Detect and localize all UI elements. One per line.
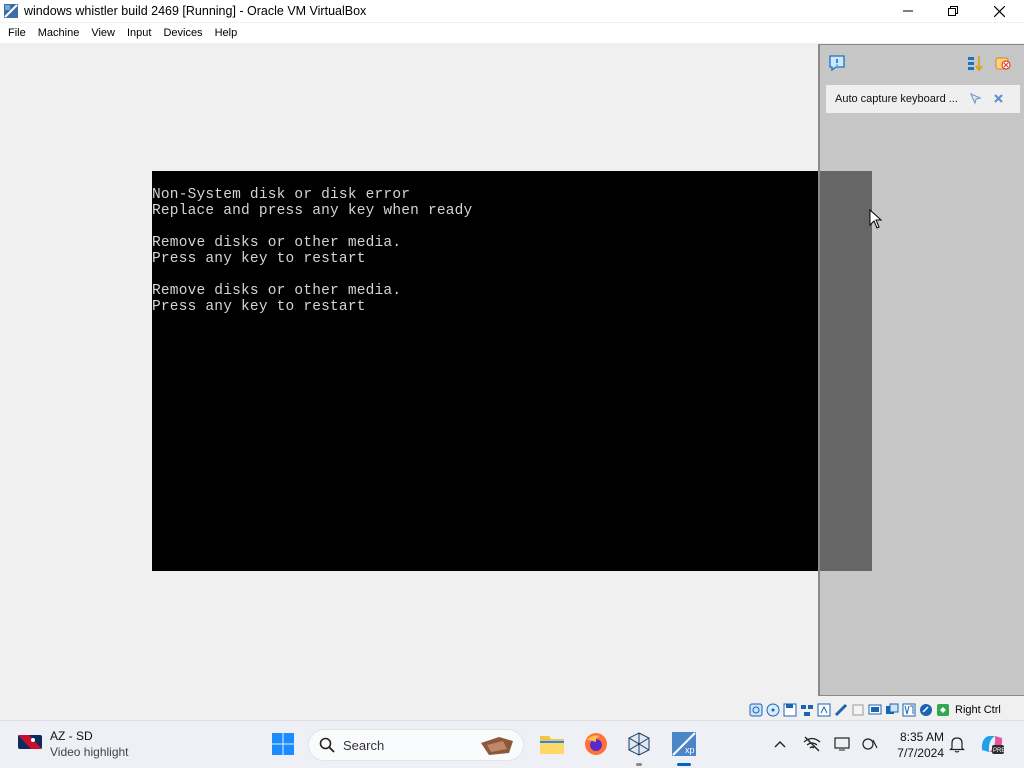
display-icon[interactable] [850,702,866,718]
search-icon [319,737,335,753]
clock-date: 7/7/2024 [897,746,944,760]
active-app-indicator [677,763,691,766]
display-settings-icon[interactable] [830,731,856,757]
mlb-logo-icon [18,735,42,754]
close-button[interactable] [976,0,1022,22]
search-placeholder: Search [343,737,385,753]
battery-icon[interactable] [857,731,883,757]
search-highlight-icon [477,733,517,757]
minimize-button[interactable] [885,0,931,22]
menu-help[interactable]: Help [209,23,244,43]
network-icon[interactable] [799,702,815,718]
taskbar-clock[interactable]: 8:35 AM 7/7/2024 [888,729,944,761]
network-off-icon[interactable] [799,731,825,757]
firefox-icon[interactable] [583,731,609,757]
minimize-icon [903,10,913,12]
notification-center-icon[interactable] [828,54,846,77]
weather-widget[interactable]: AZ - SD Video highlight [18,729,129,760]
cpu-icon[interactable] [884,702,900,718]
taskbar: AZ - SD Video highlight Search xp 8:35 A… [0,720,1024,768]
virtualbox-icon[interactable] [626,731,652,757]
copilot-icon[interactable]: PRE [979,731,1005,757]
menu-file[interactable]: File [2,23,32,43]
video-capture-icon[interactable] [867,702,883,718]
notification-text: Auto capture keyboard ... [835,93,958,105]
running-app-indicator [636,763,642,766]
window-title: windows whistler build 2469 [Running] - … [24,4,367,18]
guest-screen-text: Non-System disk or disk error Replace an… [152,187,473,315]
close-notification-icon[interactable] [992,92,1005,110]
mouse-integration-icon[interactable] [918,702,934,718]
weather-title: AZ - SD [50,729,93,743]
sort-icon[interactable] [966,54,984,77]
menu-machine[interactable]: Machine [32,23,86,43]
usb-icon[interactable] [816,702,832,718]
bell-icon[interactable] [944,731,970,757]
vm-status-bar: Right Ctrl [748,700,1001,719]
svg-text:PRE: PRE [993,748,1005,754]
menu-view[interactable]: View [85,23,121,43]
title-bar: windows whistler build 2469 [Running] - … [0,0,1024,22]
windows-start-icon[interactable] [270,731,296,757]
keyboard-capture-icon[interactable] [935,702,951,718]
host-key-label[interactable]: Right Ctrl [955,704,1001,716]
notification-item[interactable]: Auto capture keyboard ... [826,85,1020,113]
virtualbox-app-icon [3,3,19,19]
menu-input[interactable]: Input [121,23,157,43]
notification-center-panel: Auto capture keyboard ... [818,44,1024,696]
weather-subtitle: Video highlight [50,745,129,759]
chevron-up-icon[interactable] [767,731,793,757]
pin-icon[interactable] [969,92,982,110]
menu-devices[interactable]: Devices [157,23,208,43]
recording-icon[interactable] [901,702,917,718]
guest-screen[interactable]: Non-System disk or disk error Replace an… [152,171,872,571]
close-icon [993,5,1005,17]
svg-text:xp: xp [685,745,695,755]
taskbar-search-box[interactable]: Search [308,729,524,761]
file-explorer-icon[interactable] [539,731,565,757]
clock-time: 8:35 AM [899,730,944,744]
restore-icon [948,6,958,16]
dismiss-all-icon[interactable] [994,54,1012,77]
shared-folders-icon[interactable] [833,702,849,718]
floppy-icon[interactable] [782,702,798,718]
hard-disk-icon[interactable] [748,702,764,718]
maximize-button[interactable] [930,0,976,22]
optical-drive-icon[interactable] [765,702,781,718]
windows-xp-vm-icon[interactable]: xp [671,731,697,757]
menu-bar: File Machine View Input Devices Help [0,23,1024,43]
mouse-cursor-icon [869,208,883,234]
